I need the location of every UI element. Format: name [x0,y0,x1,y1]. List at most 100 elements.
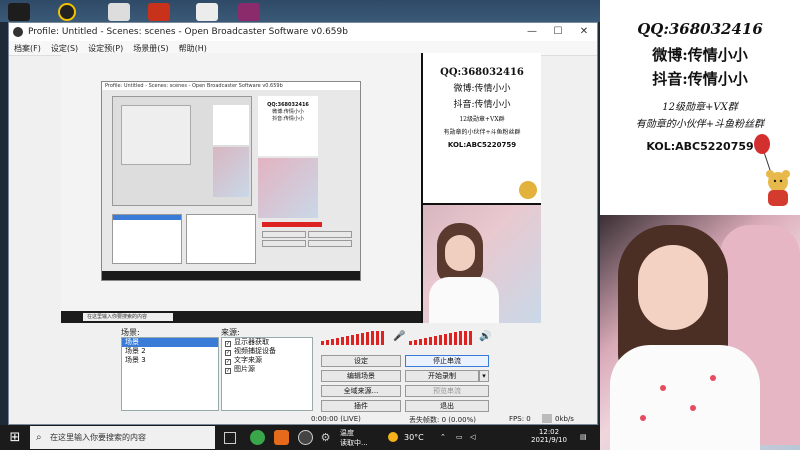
overlay-qq-text: QQ:368032416 [637,20,763,38]
stream-overlay-panel: QQ:368032416 微博:传情小小 抖音:传情小小 12级勋章+VX群 有… [600,0,800,215]
menu-settings[interactable]: 设定(S) [46,43,83,54]
app-shortcut-icon[interactable] [8,3,30,21]
clock-time: 12:02 [538,428,560,436]
screen: Profile: Untitled - Scenes: scenes - Ope… [0,0,800,450]
overlay-line5-text: 有勋章的小伙伴+斗鱼粉丝群 [635,119,765,130]
nested-taskbar [102,271,360,280]
source-item[interactable]: ✓ 文字来源 [222,356,312,365]
shirt-pattern [710,375,716,381]
sources-list[interactable]: ✓ 显示器获取 ✓ 视频捕捉设备 ✓ 文字来源 ✓ 图片源 [221,337,313,411]
scene-item[interactable]: 场景 [122,338,218,347]
global-sources-button[interactable]: 全域来源... [321,385,401,397]
scene-item[interactable]: 场景 3 [122,356,218,365]
taskbar-search-box[interactable]: ⌕ 在这里输入你要搜索的内容 [30,426,215,449]
source-item[interactable]: ✓ 视频捕捉设备 [222,347,312,356]
file-icon[interactable] [196,3,218,21]
game-shortcut-icon[interactable] [148,3,170,21]
nested-sources-list [186,214,256,264]
checkbox-icon[interactable]: ✓ [225,368,231,374]
shirt-pattern [660,385,666,391]
source-item[interactable]: ✓ 显示器获取 [222,338,312,347]
edit-scene-button[interactable]: 编辑场景 [321,370,401,382]
app-shortcut-icon[interactable] [58,3,76,21]
nested-preview [112,96,252,206]
webcam-feed [600,215,800,450]
desktop-strip [0,0,600,22]
shirt-pattern [690,405,696,411]
weather-top-text: 温度 [340,429,354,437]
desktop-volume-meter[interactable] [409,331,479,345]
speaker-icon[interactable]: 🔊 [479,331,491,343]
overlay-line4-text: 12级勋章+VX群 [662,102,738,113]
preview-douyin-text: 抖音:传情小小 [453,100,511,110]
volume-icon[interactable]: ◁ [470,425,475,450]
file-icon[interactable] [108,3,130,21]
minimize-button[interactable]: — [519,23,545,41]
scenes-list[interactable]: 场景 场景 2 场景 3 [121,337,219,411]
dropped-frames: 丢失帧数: 0 (0.00%) [409,416,476,424]
nested-controls [262,222,357,267]
record-options-dropdown[interactable]: ▾ [479,370,489,382]
weather-widget[interactable]: 温度 读取中... [340,425,392,450]
menu-scenes[interactable]: 场景册(S) [128,43,173,54]
windows-start-icon[interactable]: ⊞ [0,425,30,450]
menu-file[interactable]: 档案(F) [9,43,46,54]
menu-help[interactable]: 帮助(H) [174,43,212,54]
browser-icon[interactable] [250,430,265,445]
preview-line4-text: 12级勋章+VX群 [459,116,505,123]
microphone-icon[interactable]: 🎤 [393,331,405,343]
archive-icon[interactable] [238,3,260,21]
windows-taskbar: ⊞ ⌕ 在这里输入你要搜索的内容 ⚙ 温度 读取中... 30°C ⌃ ▭ ◁ … [0,425,600,450]
obs-window: Profile: Untitled - Scenes: scenes - Ope… [8,22,598,425]
stream-time: 0:00:00 (LIVE) [311,415,361,423]
stream-preview: Profile: Untitled - Scenes: scenes - Ope… [61,53,541,323]
shirt-shape [610,345,760,450]
temperature-readout: 30°C [404,433,424,442]
bear-balloon-sticker-icon [754,134,790,206]
settings-gear-icon[interactable]: ⚙ [318,430,333,445]
menu-profiles[interactable]: 设定预(P) [83,43,128,54]
nested-webcam [258,158,318,218]
preview-line5-text: 有勋章的小伙伴+斗鱼粉丝群 [443,129,521,136]
nested-overlay-text: QQ:368032416 微博:传情小小 抖音:传情小小 [258,96,318,156]
bear-sticker-icon [519,181,537,199]
settings-button[interactable]: 设定 [321,355,401,367]
media-app-icon[interactable] [274,430,289,445]
window-titlebar[interactable]: Profile: Untitled - Scenes: scenes - Ope… [9,23,597,41]
scene-item[interactable]: 场景 2 [122,347,218,356]
bitrate-readout: 0kb/s [555,415,574,423]
clock-date: 2021/9/10 [531,436,567,444]
maximize-button[interactable]: ☐ [545,23,571,41]
preview-webcam [423,205,541,323]
nested-obs-window: Profile: Untitled - Scenes: scenes - Ope… [101,81,361,281]
preview-qq-text: QQ:368032416 [440,67,524,78]
preview-taskbar: 在这里输入你要搜索的内容 [61,311,421,323]
obs-taskbar-icon[interactable] [298,430,313,445]
clock[interactable]: 12:02 2021/9/10 [522,425,576,450]
overlay-weibo-text: 微博:传情小小 [652,46,748,64]
notification-icon[interactable]: ▤ [580,425,587,450]
task-view-icon[interactable] [224,432,236,444]
preview-stream-button[interactable]: 预览串流 [405,385,489,397]
shirt-pattern [640,415,646,421]
fps-readout: FPS: 0 [509,415,531,423]
weather-sun-icon [388,425,402,450]
weather-bottom-text: 读取中... [340,439,368,447]
overlay-douyin-text: 抖音:传情小小 [652,70,748,88]
preview-weibo-text: 微博:传情小小 [453,84,511,94]
search-placeholder: 在这里输入你要搜索的内容 [50,433,146,442]
exit-button[interactable]: 退出 [405,400,489,412]
network-icon[interactable]: ▭ [456,425,463,450]
source-item[interactable]: ✓ 图片源 [222,365,312,374]
preview-overlay-notes: QQ:368032416 微博:传情小小 抖音:传情小小 12级勋章+VX群 有… [423,53,541,203]
start-record-button[interactable]: 开始录制 [405,370,479,382]
close-button[interactable]: ✕ [571,23,597,41]
tray-expand-icon[interactable]: ⌃ [440,425,446,450]
plugins-button[interactable]: 插件 [321,400,401,412]
stop-stream-button[interactable]: 停止串流 [405,355,489,367]
obs-app-icon [13,27,23,37]
nested-title: Profile: Untitled - Scenes: scenes - Ope… [102,82,360,90]
nested-scenes-list [112,214,182,264]
mic-volume-meter[interactable] [321,331,391,345]
face-shape [638,245,708,330]
